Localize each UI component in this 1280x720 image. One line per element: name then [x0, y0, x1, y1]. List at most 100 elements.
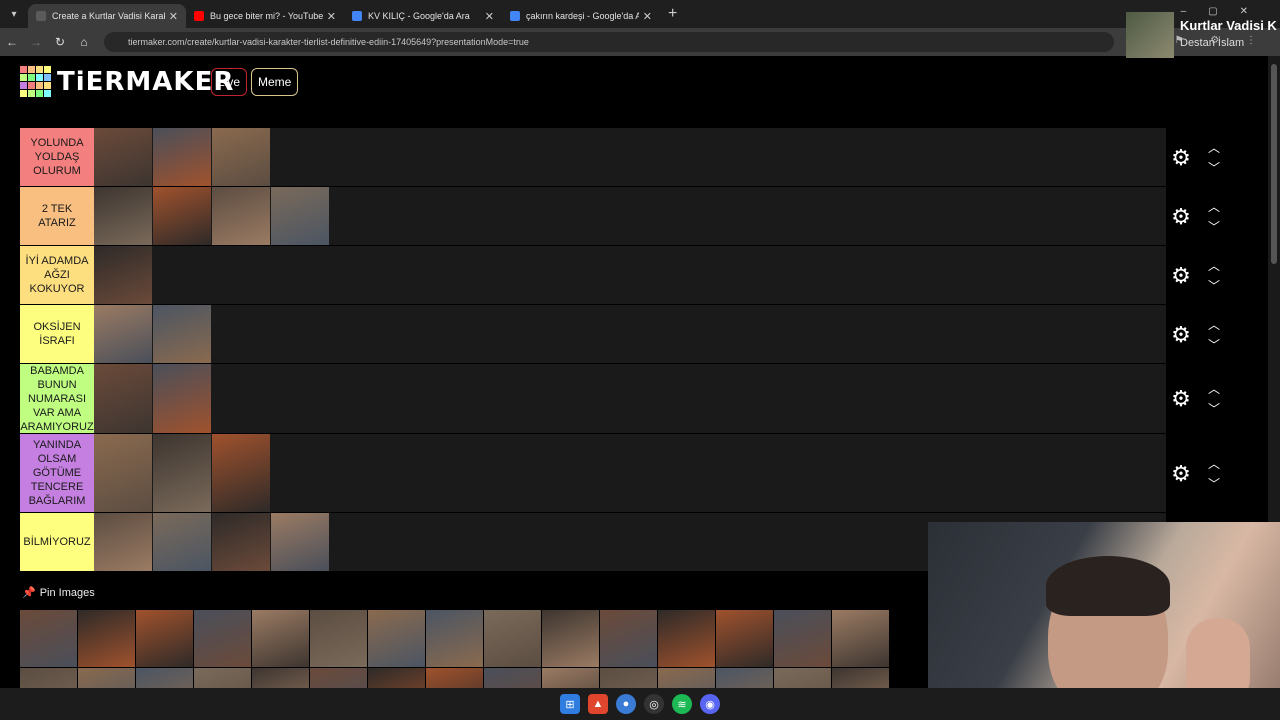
chevron-down-icon[interactable]: ﹀	[1208, 474, 1220, 494]
pool-image[interactable]	[20, 668, 77, 688]
spotify-icon[interactable]: ≋	[672, 694, 692, 714]
pool-image[interactable]	[310, 610, 367, 667]
pool-image[interactable]	[484, 668, 541, 688]
chevron-up-icon[interactable]: ︿	[1208, 256, 1220, 276]
character-image[interactable]	[94, 187, 152, 245]
windows-start-icon[interactable]: ⊞	[560, 694, 580, 714]
chrome-icon[interactable]: ●	[616, 694, 636, 714]
chevron-up-icon[interactable]: ︿	[1208, 379, 1220, 399]
address-bar[interactable]: tiermaker.com/create/kurtlar-vadisi-kara…	[104, 32, 1114, 52]
close-tab-icon[interactable]: ✕	[327, 10, 336, 23]
back-icon[interactable]: ←	[0, 35, 24, 49]
chevron-down-icon[interactable]: ﹀	[1208, 217, 1220, 237]
pool-image[interactable]	[832, 668, 889, 688]
tier-label[interactable]: OKSİJEN İSRAFI	[20, 305, 94, 363]
character-image[interactable]	[94, 434, 152, 512]
gear-icon[interactable]: ⚙	[1168, 461, 1194, 487]
pool-image[interactable]	[658, 610, 715, 667]
pool-image[interactable]	[136, 668, 193, 688]
character-image[interactable]	[94, 364, 152, 433]
character-image[interactable]	[212, 128, 270, 186]
live-button[interactable]: Live	[211, 68, 248, 96]
pool-image[interactable]	[716, 668, 773, 688]
gear-icon[interactable]: ⚙	[1168, 145, 1194, 171]
gear-icon[interactable]: ⚙	[1168, 322, 1194, 348]
pool-image[interactable]	[310, 668, 367, 688]
character-image[interactable]	[153, 434, 211, 512]
pool-image[interactable]	[716, 610, 773, 667]
pin-images-header[interactable]: 📌 Pin Images	[22, 586, 95, 599]
browser-tab[interactable]: çakırın kardeşi - Google'da Ara ✕	[502, 4, 660, 28]
chevron-up-icon[interactable]: ︿	[1208, 315, 1220, 335]
tier-label[interactable]: İYİ ADAMDA AĞZI KOKUYOR	[20, 246, 94, 304]
character-image[interactable]	[153, 513, 211, 571]
pool-image[interactable]	[78, 610, 135, 667]
character-image[interactable]	[94, 246, 152, 304]
gear-icon[interactable]: ⚙	[1168, 386, 1194, 412]
pool-image[interactable]	[368, 610, 425, 667]
browser-tab[interactable]: Bu gece biter mi? - YouTube ✕	[186, 4, 344, 28]
pool-image[interactable]	[542, 668, 599, 688]
character-image[interactable]	[271, 187, 329, 245]
pool-image[interactable]	[426, 668, 483, 688]
close-tab-icon[interactable]: ✕	[643, 10, 652, 23]
character-image[interactable]	[94, 305, 152, 363]
pool-image[interactable]	[20, 610, 77, 667]
pool-image[interactable]	[658, 668, 715, 688]
pool-image[interactable]	[78, 668, 135, 688]
forward-icon[interactable]: →	[24, 35, 48, 49]
tiermaker-logo[interactable]: TiERMAKER	[20, 66, 234, 97]
pool-image[interactable]	[426, 610, 483, 667]
browser-tab[interactable]: Create a Kurtlar Vadisi Karakter ✕	[28, 4, 186, 28]
gear-icon[interactable]: ⚙	[1168, 204, 1194, 230]
close-tab-icon[interactable]: ✕	[485, 10, 494, 23]
scroll-thumb[interactable]	[1271, 64, 1277, 264]
character-image[interactable]	[94, 128, 152, 186]
tier-label[interactable]: BİLMİYORUZ	[20, 513, 94, 571]
gear-icon[interactable]: ⚙	[1168, 263, 1194, 289]
home-icon[interactable]: ⌂	[72, 35, 96, 49]
tier-label[interactable]: BABAMDA BUNUN NUMARASI VAR AMA ARAMIYORU…	[20, 364, 94, 433]
pool-image[interactable]	[774, 668, 831, 688]
chevron-down-icon[interactable]: ﹀	[1208, 158, 1220, 178]
pool-image[interactable]	[252, 668, 309, 688]
tier-label[interactable]: 2 TEK ATARIZ	[20, 187, 94, 245]
pool-image[interactable]	[484, 610, 541, 667]
character-image[interactable]	[153, 128, 211, 186]
obs-icon[interactable]: ◎	[644, 694, 664, 714]
character-image[interactable]	[212, 187, 270, 245]
pool-image[interactable]	[252, 610, 309, 667]
character-image[interactable]	[153, 187, 211, 245]
tier-label[interactable]: YANINDA OLSAM GÖTÜME TENCERE BAĞLARIM	[20, 434, 94, 512]
pool-image[interactable]	[194, 668, 251, 688]
pool-image[interactable]	[194, 610, 251, 667]
character-image[interactable]	[153, 305, 211, 363]
pool-image[interactable]	[600, 668, 657, 688]
pool-image[interactable]	[542, 610, 599, 667]
meme-button[interactable]: Meme	[251, 68, 299, 96]
reload-icon[interactable]: ↻	[48, 35, 72, 49]
brave-icon[interactable]: ▲	[588, 694, 608, 714]
chevron-up-icon[interactable]: ︿	[1208, 138, 1220, 158]
chevron-up-icon[interactable]: ︿	[1208, 197, 1220, 217]
pool-image[interactable]	[368, 668, 425, 688]
pool-image[interactable]	[600, 610, 657, 667]
pool-image[interactable]	[774, 610, 831, 667]
character-image[interactable]	[212, 513, 270, 571]
close-tab-icon[interactable]: ✕	[169, 10, 178, 23]
character-image[interactable]	[271, 513, 329, 571]
tier-label[interactable]: YOLUNDA YOLDAŞ OLURUM	[20, 128, 94, 186]
character-image[interactable]	[94, 513, 152, 571]
character-image[interactable]	[212, 434, 270, 512]
browser-tab[interactable]: KV KILIÇ - Google'da Ara ✕	[344, 4, 502, 28]
chevron-down-icon[interactable]: ﹀	[1208, 399, 1220, 419]
pool-image[interactable]	[136, 610, 193, 667]
window-controls[interactable]: –▢✕	[1181, 6, 1270, 17]
chevron-down-icon[interactable]: ﹀	[1208, 276, 1220, 296]
discord-icon[interactable]: ◉	[700, 694, 720, 714]
new-tab-button[interactable]: +	[668, 5, 677, 23]
chevron-up-icon[interactable]: ︿	[1208, 454, 1220, 474]
pool-image[interactable]	[832, 610, 889, 667]
tab-search-icon[interactable]: ▾	[0, 0, 28, 28]
character-image[interactable]	[153, 364, 211, 433]
